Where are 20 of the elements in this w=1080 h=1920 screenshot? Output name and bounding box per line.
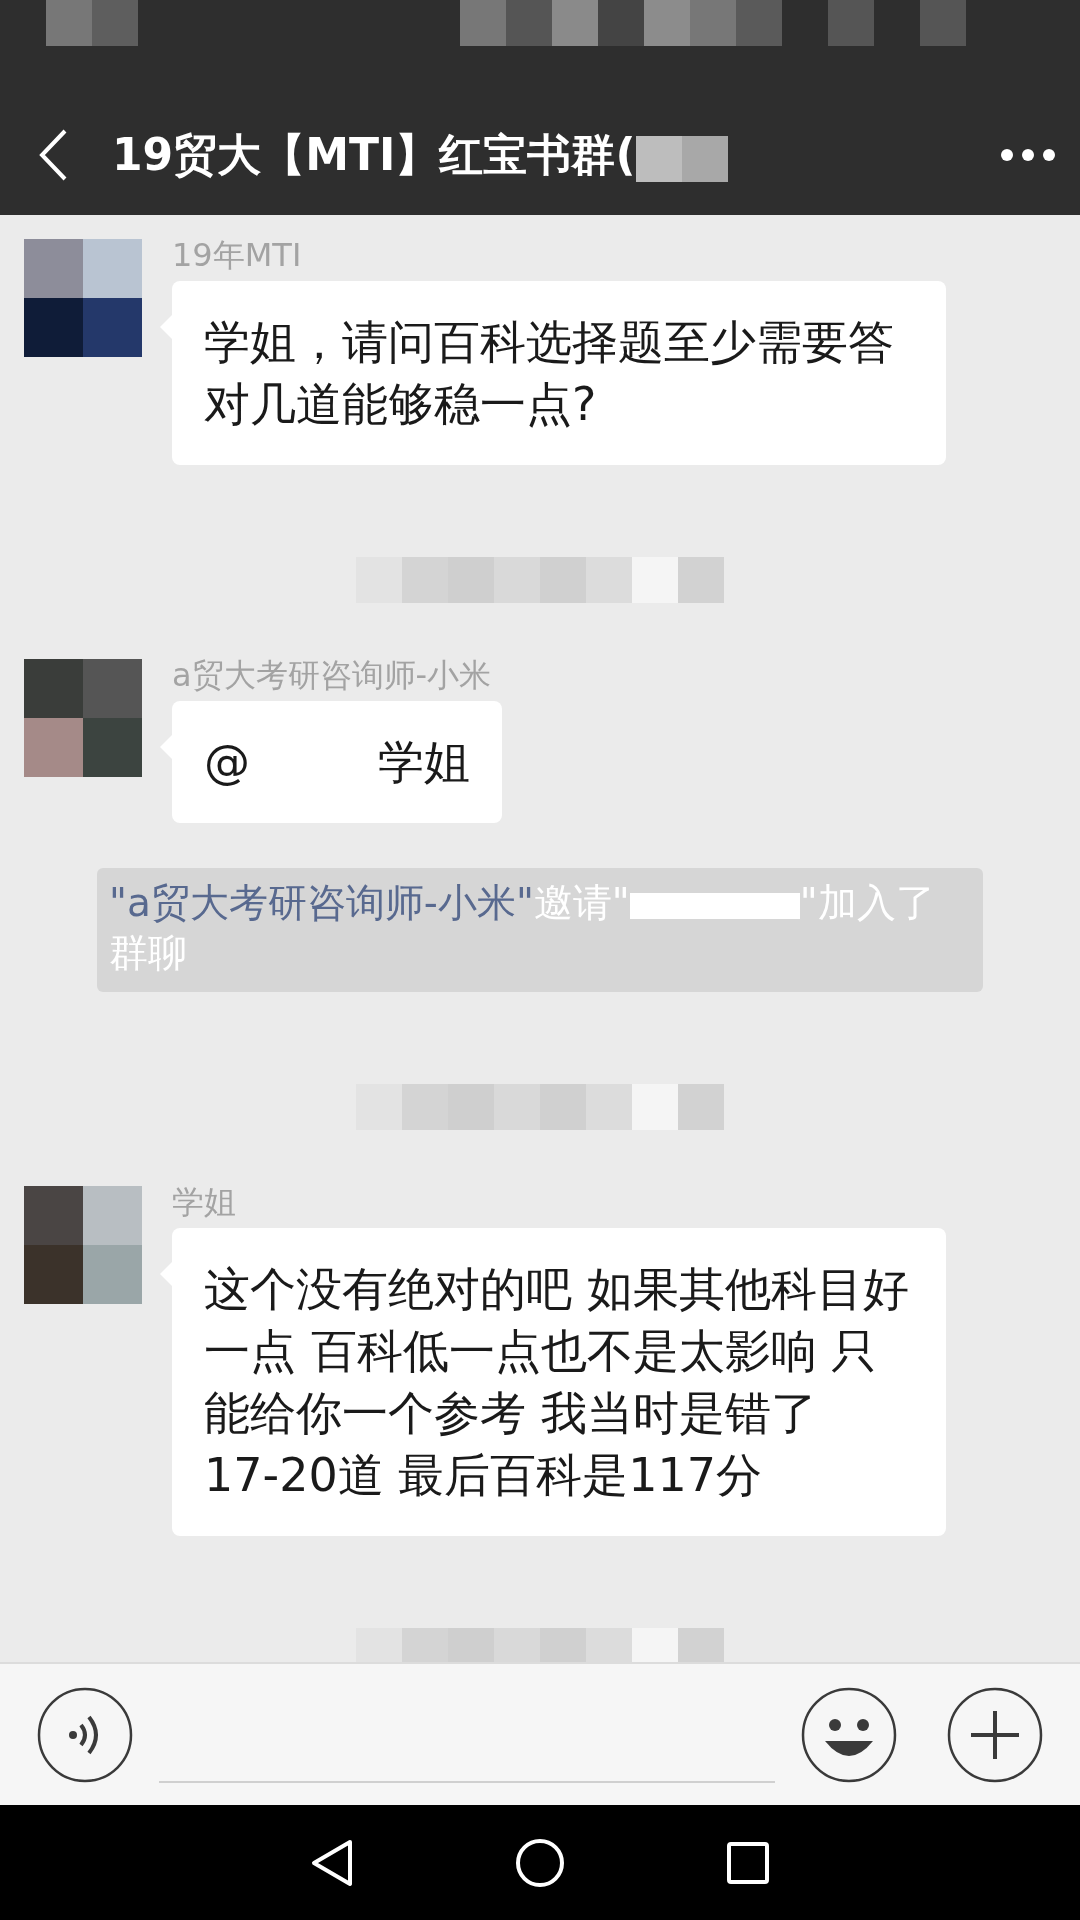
message-text: 学姐 xyxy=(378,735,470,789)
sender-name: 19年MTI xyxy=(172,235,302,275)
more-icon[interactable] xyxy=(1000,148,1056,162)
sender-name: 学姐 xyxy=(172,1182,236,1222)
message-text: 学姐，请问百科选择题至少需要答对几道能够稳一点? xyxy=(204,315,894,431)
status-mosaic xyxy=(920,0,966,46)
back-icon[interactable] xyxy=(38,129,68,181)
emoji-icon[interactable] xyxy=(801,1686,897,1783)
message-text: 这个没有绝对的吧 如果其他科目好一点 百科低一点也不是太影响 只能给你一个参考 我当时是错了17-20道 最后百科是117分 xyxy=(204,1262,909,1502)
recents-icon[interactable] xyxy=(725,1840,770,1885)
sender-name: a贸大考研咨询师-小米 xyxy=(172,655,492,695)
chat-title: 19贸大【MTI】红宝书群( xyxy=(112,127,636,182)
status-mosaic xyxy=(828,0,874,46)
mention-text: @ xyxy=(204,735,250,789)
voice-icon[interactable] xyxy=(37,1686,133,1783)
avatar[interactable] xyxy=(24,1186,142,1304)
home-icon[interactable] xyxy=(515,1837,565,1888)
back-icon[interactable] xyxy=(310,1838,355,1887)
plus-icon[interactable] xyxy=(947,1686,1043,1783)
avatar[interactable] xyxy=(24,239,142,357)
